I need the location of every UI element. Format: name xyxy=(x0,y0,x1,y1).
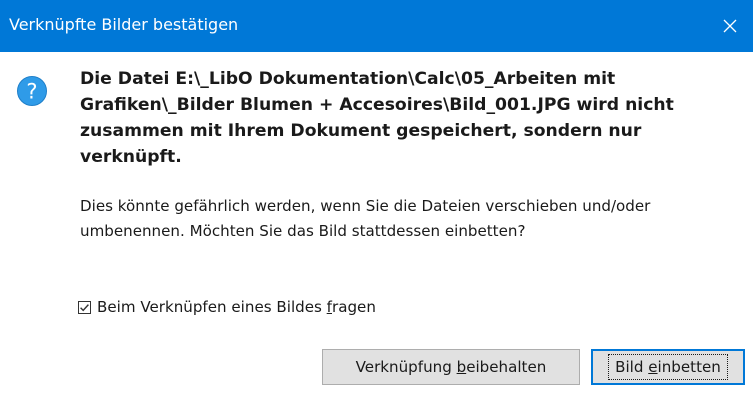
close-button[interactable] xyxy=(707,0,753,52)
embed-image-button[interactable]: Bild einbetten xyxy=(591,349,745,385)
primary-message: Die Datei E:\_LibO Dokumentation\Calc\05… xyxy=(80,69,674,167)
dialog-body: ? Die Datei E:\_LibO Dokumentation\Calc\… xyxy=(0,52,753,403)
svg-text:?: ? xyxy=(26,80,37,104)
embed-image-label: Bild einbetten xyxy=(608,354,728,380)
question-icon: ? xyxy=(17,76,47,106)
keep-link-label: Verknüpfung beibehalten xyxy=(355,358,547,376)
title-bar: Verknüpfte Bilder bestätigen xyxy=(0,0,753,52)
keep-link-button[interactable]: Verknüpfung beibehalten xyxy=(322,349,580,385)
ask-on-link-checkbox[interactable]: Beim Verknüpfen eines Bildes fragen xyxy=(78,296,376,318)
secondary-message: Dies könnte gefährlich werden, wenn Sie … xyxy=(80,197,651,240)
window-title: Verknüpfte Bilder bestätigen xyxy=(9,15,239,34)
close-icon xyxy=(723,19,737,33)
checkbox-checked-icon[interactable] xyxy=(78,300,91,314)
checkbox-label: Beim Verknüpfen eines Bildes fragen xyxy=(97,298,376,316)
